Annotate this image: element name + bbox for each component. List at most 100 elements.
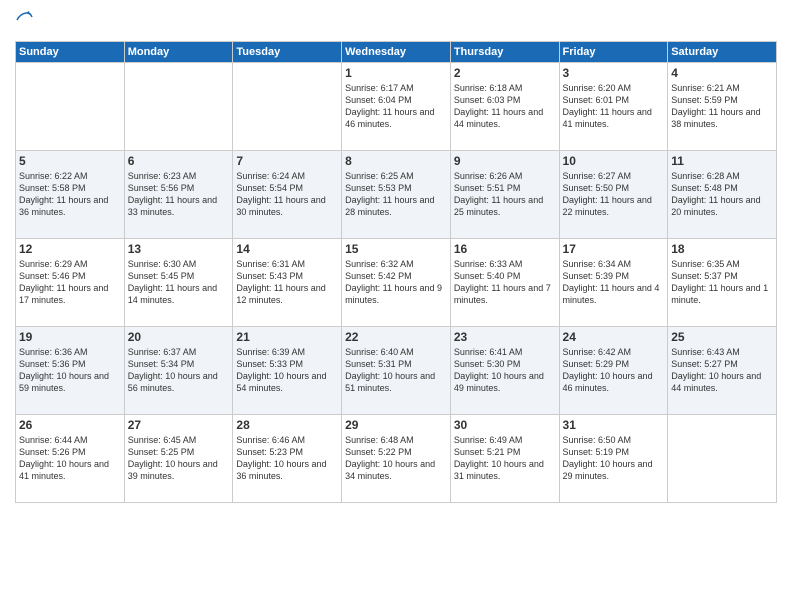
- day-number: 20: [128, 330, 230, 344]
- day-info: Sunrise: 6:18 AM Sunset: 6:03 PM Dayligh…: [454, 82, 556, 131]
- day-cell: [233, 63, 342, 151]
- day-info: Sunrise: 6:32 AM Sunset: 5:42 PM Dayligh…: [345, 258, 447, 307]
- day-cell: 28Sunrise: 6:46 AM Sunset: 5:23 PM Dayli…: [233, 415, 342, 503]
- col-header-sunday: Sunday: [16, 42, 125, 63]
- col-header-tuesday: Tuesday: [233, 42, 342, 63]
- day-cell: 20 Sunrise: 6:37 AM Sunset: 5:34 PM Dayli…: [124, 327, 233, 415]
- day-number: 14: [236, 242, 338, 256]
- day-cell: 23 Sunrise: 6:41 AM Sunset: 5:30 PM Dayli…: [450, 327, 559, 415]
- day-info: Sunrise: 6:22 AM Sunset: 5:58 PM Dayligh…: [19, 170, 121, 219]
- day-cell: 25Sunrise: 6:43 AM Sunset: 5:27 PM Dayli…: [668, 327, 777, 415]
- day-cell: 4Sunrise: 6:21 AM Sunset: 5:59 PM Daylig…: [668, 63, 777, 151]
- day-number: 5: [19, 154, 121, 168]
- day-number: 23: [454, 330, 556, 344]
- day-number: 2: [454, 66, 556, 80]
- day-info: Sunrise: 6:48 AM Sunset: 5:22 PM Dayligh…: [345, 434, 447, 483]
- day-cell: 2 Sunrise: 6:18 AM Sunset: 6:03 PM Daylig…: [450, 63, 559, 151]
- day-info: Sunrise: 6:36 AM Sunset: 5:36 PM Dayligh…: [19, 346, 121, 395]
- day-info: Sunrise: 6:30 AM Sunset: 5:45 PM Dayligh…: [128, 258, 230, 307]
- day-number: 21: [236, 330, 338, 344]
- day-number: 12: [19, 242, 121, 256]
- day-number: 26: [19, 418, 121, 432]
- day-cell: 22 Sunrise: 6:40 AM Sunset: 5:31 PM Dayli…: [342, 327, 451, 415]
- day-cell: 13 Sunrise: 6:30 AM Sunset: 5:45 PM Dayli…: [124, 239, 233, 327]
- day-cell: 15 Sunrise: 6:32 AM Sunset: 5:42 PM Dayli…: [342, 239, 451, 327]
- logo-icon: [15, 10, 33, 28]
- day-info: Sunrise: 6:44 AM Sunset: 5:26 PM Dayligh…: [19, 434, 121, 483]
- day-info: Sunrise: 6:29 AM Sunset: 5:46 PM Dayligh…: [19, 258, 121, 307]
- day-cell: 5 Sunrise: 6:22 AM Sunset: 5:58 PM Daylig…: [16, 151, 125, 239]
- day-cell: 31 Sunrise: 6:50 AM Sunset: 5:19 PM Dayli…: [559, 415, 668, 503]
- day-number: 15: [345, 242, 447, 256]
- day-cell: 17 Sunrise: 6:34 AM Sunset: 5:39 PM Dayli…: [559, 239, 668, 327]
- day-number: 9: [454, 154, 556, 168]
- day-number: 1: [345, 66, 447, 80]
- day-info: Sunrise: 6:34 AM Sunset: 5:39 PM Dayligh…: [563, 258, 665, 307]
- day-number: 8: [345, 154, 447, 168]
- day-info: Sunrise: 6:17 AM Sunset: 6:04 PM Dayligh…: [345, 82, 447, 131]
- day-number: 30: [454, 418, 556, 432]
- day-info: Sunrise: 6:50 AM Sunset: 5:19 PM Dayligh…: [563, 434, 665, 483]
- day-number: 28: [236, 418, 338, 432]
- day-cell: 19Sunrise: 6:36 AM Sunset: 5:36 PM Dayli…: [16, 327, 125, 415]
- day-number: 25: [671, 330, 773, 344]
- day-cell: 14 Sunrise: 6:31 AM Sunset: 5:43 PM Dayli…: [233, 239, 342, 327]
- day-number: 6: [128, 154, 230, 168]
- day-info: Sunrise: 6:45 AM Sunset: 5:25 PM Dayligh…: [128, 434, 230, 483]
- day-cell: 10 Sunrise: 6:27 AM Sunset: 5:50 PM Dayli…: [559, 151, 668, 239]
- week-row-2: 12 Sunrise: 6:29 AM Sunset: 5:46 PM Dayli…: [16, 239, 777, 327]
- day-cell: 1 Sunrise: 6:17 AM Sunset: 6:04 PM Daylig…: [342, 63, 451, 151]
- col-header-wednesday: Wednesday: [342, 42, 451, 63]
- day-number: 27: [128, 418, 230, 432]
- day-info: Sunrise: 6:27 AM Sunset: 5:50 PM Dayligh…: [563, 170, 665, 219]
- week-row-0: 1 Sunrise: 6:17 AM Sunset: 6:04 PM Daylig…: [16, 63, 777, 151]
- day-number: 11: [671, 154, 773, 168]
- day-cell: 16 Sunrise: 6:33 AM Sunset: 5:40 PM Dayli…: [450, 239, 559, 327]
- day-info: Sunrise: 6:33 AM Sunset: 5:40 PM Dayligh…: [454, 258, 556, 307]
- logo: [15, 10, 35, 33]
- day-number: 17: [563, 242, 665, 256]
- day-number: 31: [563, 418, 665, 432]
- day-info: Sunrise: 6:41 AM Sunset: 5:30 PM Dayligh…: [454, 346, 556, 395]
- day-cell: [16, 63, 125, 151]
- day-number: 3: [563, 66, 665, 80]
- day-cell: 30Sunrise: 6:49 AM Sunset: 5:21 PM Dayli…: [450, 415, 559, 503]
- col-header-thursday: Thursday: [450, 42, 559, 63]
- day-cell: [668, 415, 777, 503]
- day-info: Sunrise: 6:31 AM Sunset: 5:43 PM Dayligh…: [236, 258, 338, 307]
- day-number: 7: [236, 154, 338, 168]
- day-cell: 9 Sunrise: 6:26 AM Sunset: 5:51 PM Daylig…: [450, 151, 559, 239]
- day-info: Sunrise: 6:21 AM Sunset: 5:59 PM Dayligh…: [671, 82, 773, 131]
- col-header-monday: Monday: [124, 42, 233, 63]
- calendar: SundayMondayTuesdayWednesdayThursdayFrid…: [15, 41, 777, 503]
- week-row-1: 5 Sunrise: 6:22 AM Sunset: 5:58 PM Daylig…: [16, 151, 777, 239]
- day-cell: 27 Sunrise: 6:45 AM Sunset: 5:25 PM Dayli…: [124, 415, 233, 503]
- day-cell: 26 Sunrise: 6:44 AM Sunset: 5:26 PM Dayli…: [16, 415, 125, 503]
- day-number: 29: [345, 418, 447, 432]
- col-header-saturday: Saturday: [668, 42, 777, 63]
- day-cell: 3 Sunrise: 6:20 AM Sunset: 6:01 PM Daylig…: [559, 63, 668, 151]
- day-cell: 24 Sunrise: 6:42 AM Sunset: 5:29 PM Dayli…: [559, 327, 668, 415]
- day-number: 10: [563, 154, 665, 168]
- day-info: Sunrise: 6:23 AM Sunset: 5:56 PM Dayligh…: [128, 170, 230, 219]
- day-cell: 29 Sunrise: 6:48 AM Sunset: 5:22 PM Dayli…: [342, 415, 451, 503]
- week-row-3: 19Sunrise: 6:36 AM Sunset: 5:36 PM Dayli…: [16, 327, 777, 415]
- week-row-4: 26 Sunrise: 6:44 AM Sunset: 5:26 PM Dayli…: [16, 415, 777, 503]
- calendar-header-row: SundayMondayTuesdayWednesdayThursdayFrid…: [16, 42, 777, 63]
- day-info: Sunrise: 6:25 AM Sunset: 5:53 PM Dayligh…: [345, 170, 447, 219]
- col-header-friday: Friday: [559, 42, 668, 63]
- day-number: 13: [128, 242, 230, 256]
- day-info: Sunrise: 6:24 AM Sunset: 5:54 PM Dayligh…: [236, 170, 338, 219]
- day-info: Sunrise: 6:20 AM Sunset: 6:01 PM Dayligh…: [563, 82, 665, 131]
- day-info: Sunrise: 6:42 AM Sunset: 5:29 PM Dayligh…: [563, 346, 665, 395]
- day-number: 22: [345, 330, 447, 344]
- day-info: Sunrise: 6:37 AM Sunset: 5:34 PM Dayligh…: [128, 346, 230, 395]
- day-cell: 11Sunrise: 6:28 AM Sunset: 5:48 PM Dayli…: [668, 151, 777, 239]
- day-cell: [124, 63, 233, 151]
- day-number: 16: [454, 242, 556, 256]
- day-cell: 6 Sunrise: 6:23 AM Sunset: 5:56 PM Daylig…: [124, 151, 233, 239]
- day-number: 24: [563, 330, 665, 344]
- day-info: Sunrise: 6:26 AM Sunset: 5:51 PM Dayligh…: [454, 170, 556, 219]
- day-cell: 18Sunrise: 6:35 AM Sunset: 5:37 PM Dayli…: [668, 239, 777, 327]
- day-info: Sunrise: 6:40 AM Sunset: 5:31 PM Dayligh…: [345, 346, 447, 395]
